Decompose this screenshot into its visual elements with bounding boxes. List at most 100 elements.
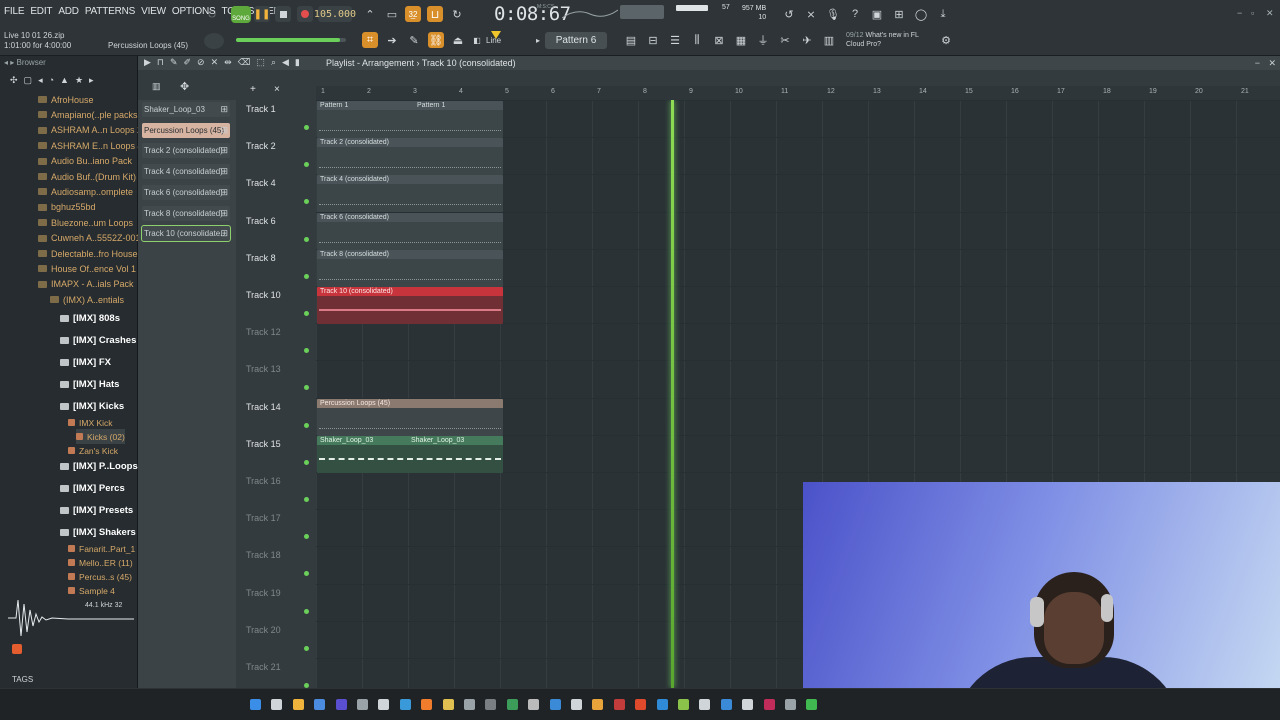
add-track-icon[interactable]: + — [250, 84, 256, 95]
browser-item[interactable]: (IMX) A..entials — [50, 292, 124, 307]
plugin-icon[interactable]: ⊞ — [891, 6, 907, 22]
minimize-icon[interactable]: − — [1237, 8, 1242, 18]
pattern-selector[interactable]: Pattern 6 — [545, 32, 607, 49]
track-name[interactable]: Track 21 — [246, 662, 281, 672]
track-mute-dot[interactable] — [304, 273, 309, 279]
loop-record-icon[interactable]: ↻ — [449, 6, 465, 22]
pattern-add-icon[interactable]: ⊞ — [220, 228, 228, 239]
help-icon[interactable]: ? — [847, 6, 863, 22]
step-edit-icon[interactable]: ▭ — [384, 6, 400, 22]
mixer-view-icon[interactable]: ⫼ — [689, 32, 705, 48]
search-icon[interactable] — [271, 699, 283, 710]
track-mute-dot[interactable] — [304, 571, 309, 577]
menu-edit[interactable]: EDIT — [30, 6, 52, 17]
app-icon[interactable] — [763, 699, 775, 710]
track-header[interactable]: Track 17 — [240, 509, 316, 546]
track-mute-dot[interactable] — [304, 162, 309, 168]
countdown-icon[interactable]: 3̲2 — [405, 6, 421, 22]
patcher-icon[interactable]: ▦ — [733, 32, 749, 48]
browser-item[interactable]: AfroHouse — [38, 92, 94, 107]
browser-item[interactable]: [IMX] Hats — [60, 377, 119, 392]
app-icon[interactable] — [506, 699, 518, 710]
news-panel[interactable]: 09/12 What's new in FL Cloud Pro? — [846, 31, 919, 49]
folder-icon[interactable] — [592, 699, 604, 710]
track-mute-dot[interactable] — [304, 311, 309, 316]
browser-item[interactable]: Bluezone..um Loops — [38, 215, 133, 230]
browser-item[interactable]: [IMX] FX — [60, 355, 111, 370]
track-header[interactable]: Track 2 — [240, 137, 316, 174]
magnet-icon[interactable]: ⊓ — [157, 57, 164, 68]
timeline-ruler[interactable]: 1 2 3 4 5 6 7 8 9 10 11 12 13 14 15 16 17 18 19 20 21 — [316, 86, 1280, 100]
browser-back-icon[interactable]: ◂ — [38, 75, 43, 86]
pattern-item[interactable]: Shaker_Loop_03 ⊞ — [142, 102, 230, 117]
playlist-clip[interactable]: Track 2 (consolidated) — [317, 138, 503, 176]
track-header[interactable]: Track 13 — [240, 360, 316, 397]
browser-item[interactable]: [IMX] Percs — [60, 481, 125, 496]
browser-item[interactable]: Audiosamp..omplete — [38, 184, 133, 199]
track-header[interactable]: Track 20 — [240, 621, 316, 658]
track-name[interactable]: Track 2 — [246, 141, 276, 151]
track-name[interactable]: Track 20 — [246, 625, 281, 635]
browser-item[interactable]: [IMX] P..Loops — [60, 459, 138, 474]
browser-item[interactable]: IMAPX - A..ials Pack — [38, 277, 134, 292]
stop-button[interactable] — [275, 6, 291, 22]
tempo-display[interactable]: 105.000 — [314, 6, 356, 22]
zoom-icon[interactable]: ⌕ — [271, 57, 276, 68]
overview-icon[interactable]: ▮ — [295, 57, 300, 68]
snap-icon[interactable]: ◧ — [469, 32, 485, 48]
browser-item[interactable]: bghuz55bd — [38, 200, 96, 215]
song-mode-toggle[interactable]: SONG — [231, 6, 251, 23]
track-name[interactable]: Track 10 — [246, 290, 281, 300]
mixer-icon[interactable]: ⨯ — [803, 6, 819, 22]
browser-item[interactable]: Audio Buf..(Drum Kit) — [38, 169, 136, 184]
track-name[interactable]: Track 12 — [246, 327, 281, 337]
track-mute-dot[interactable] — [304, 199, 309, 205]
save-icon[interactable]: ▣ — [869, 6, 885, 22]
pattern-item[interactable]: Track 10 (consolidate.. ⊞ — [141, 225, 231, 243]
settings-icon[interactable] — [699, 699, 711, 710]
pattern-item[interactable]: Track 4 (consolidated) ⊞ — [142, 164, 230, 180]
track-name[interactable]: Track 18 — [246, 550, 281, 560]
browser-file-icon[interactable]: ▢ — [24, 75, 33, 86]
chevron-right-icon[interactable]: ▸ — [530, 32, 546, 48]
pattern-add-icon[interactable]: ⊞ — [220, 145, 228, 156]
app-icon[interactable] — [528, 699, 540, 710]
slip-icon[interactable]: ⇹ — [224, 57, 232, 68]
browser-star-icon[interactable]: ★ — [75, 75, 83, 86]
app-icon[interactable] — [357, 699, 368, 710]
browser-item[interactable]: Mello..ER (11) — [68, 555, 133, 570]
pattern-item[interactable]: Track 2 (consolidated) ⊞ — [142, 143, 230, 159]
app-icon[interactable] — [549, 699, 561, 710]
pattern-item[interactable]: Percussion Loops (45) ⊞ — [142, 122, 230, 138]
menu-file[interactable]: FILE — [4, 6, 25, 17]
remove-icon[interactable]: × — [274, 84, 280, 95]
pattern-add-icon[interactable]: ⊞ — [220, 125, 228, 136]
browser-item[interactable]: [IMX] Kicks — [60, 399, 124, 414]
pencil-icon[interactable]: ✎ — [406, 32, 422, 48]
picker-tool-icon[interactable]: ▥ — [152, 81, 161, 92]
track-header[interactable]: Track 19 — [240, 584, 316, 621]
track-header[interactable]: Track 18 — [240, 546, 316, 583]
menu-view[interactable]: VIEW — [141, 6, 166, 17]
render-icon[interactable]: ✈ — [799, 32, 815, 48]
browser-shape-icon[interactable]: ▲ — [60, 75, 69, 86]
menu-patterns[interactable]: PATTERNS — [85, 6, 135, 17]
cloud-icon[interactable]: ▥ — [821, 32, 837, 48]
snap-magnet-icon[interactable]: ⌗ — [362, 32, 378, 48]
track-mute-dot[interactable] — [304, 645, 309, 651]
maximize-icon[interactable]: ▫ — [1251, 8, 1254, 18]
track-name[interactable]: Track 6 — [246, 216, 276, 226]
start-icon[interactable] — [250, 699, 261, 710]
tools-icon[interactable]: ✂ — [777, 32, 793, 48]
browser-item[interactable]: [IMX] Shakers — [60, 525, 136, 540]
close-icon[interactable]: ✕ — [1266, 8, 1274, 19]
browser-item[interactable]: IMX Kick — [68, 415, 113, 430]
stamp-icon[interactable]: ⏏ — [450, 32, 466, 48]
browser-item[interactable]: Percus..s (45) — [68, 569, 132, 584]
master-pitch-knob[interactable] — [204, 33, 224, 49]
arrow-right-icon[interactable]: ➔ — [384, 32, 400, 48]
track-mute-dot[interactable] — [304, 534, 309, 540]
browser-item[interactable]: Delectable..fro House — [38, 246, 138, 261]
record-button[interactable] — [297, 6, 313, 22]
browser-item[interactable]: [IMX] 808s — [60, 311, 120, 326]
